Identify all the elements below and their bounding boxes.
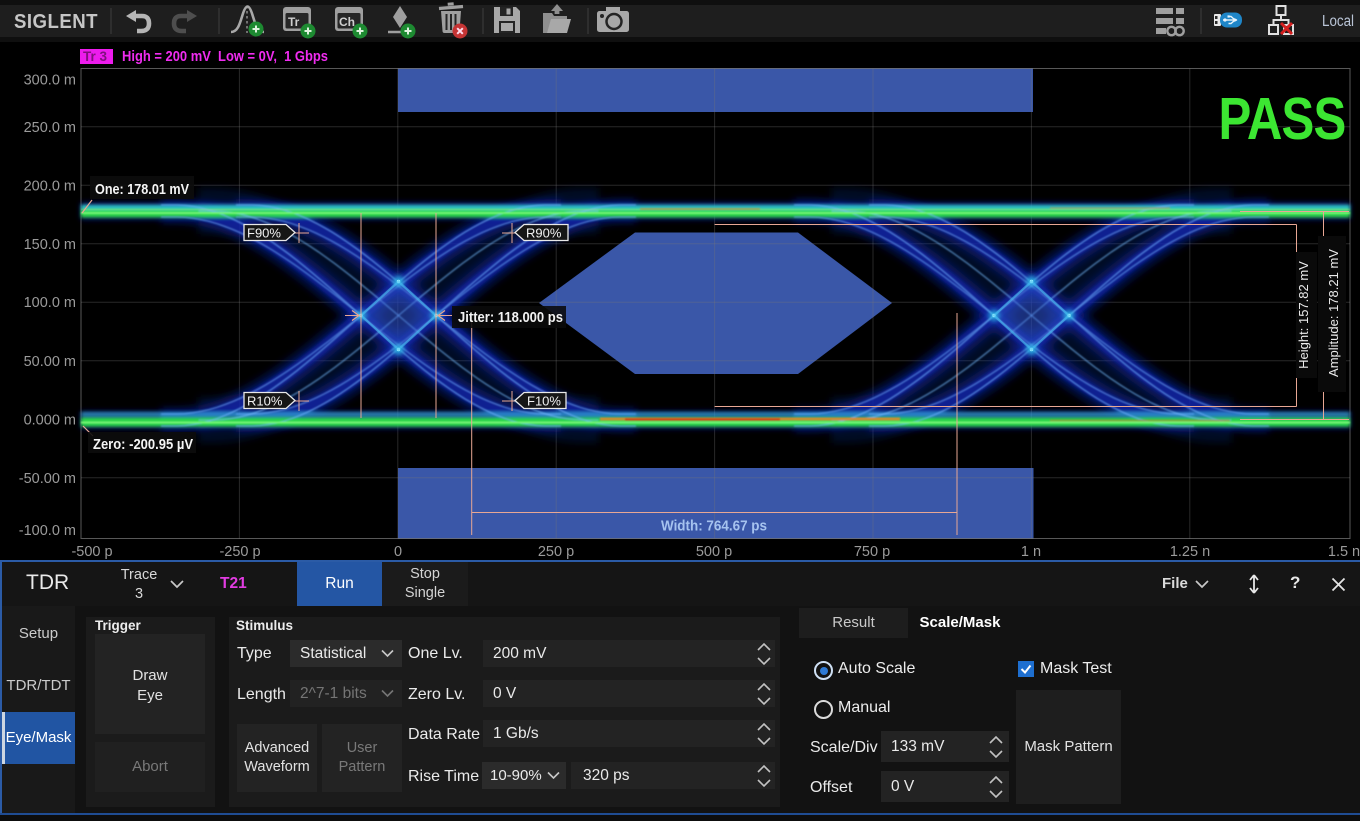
svg-text:-500 p: -500 p (71, 544, 112, 560)
svg-text:-100.0 m: -100.0 m (19, 523, 76, 539)
svg-text:0.000 m: 0.000 m (24, 412, 76, 428)
svg-text:-250 p: -250 p (219, 544, 260, 560)
svg-text:1 n: 1 n (1021, 544, 1041, 560)
svg-text:250 p: 250 p (538, 544, 574, 560)
svg-text:F10%: F10% (527, 394, 561, 409)
svg-text:0: 0 (394, 544, 402, 560)
svg-text:-50.00 m: -50.00 m (19, 471, 76, 487)
svg-text:Tr: Tr (288, 15, 300, 29)
svg-text:High = 200 mV Low = 0V, 1 Gb: High = 200 mV Low = 0V, 1 Gbps (122, 48, 328, 65)
svg-text:Ch: Ch (339, 15, 355, 29)
svg-text:Tr 3: Tr 3 (83, 49, 108, 64)
svg-text:1.5 n: 1.5 n (1328, 544, 1360, 560)
svg-text:Local: Local (1322, 13, 1354, 30)
svg-text:300.0 m: 300.0 m (24, 73, 76, 89)
svg-text:150.0 m: 150.0 m (24, 237, 76, 253)
svg-text:Height: 157.82 mV: Height: 157.82 mV (1296, 261, 1311, 369)
svg-text:50.00 m: 50.00 m (24, 354, 76, 370)
svg-text:Amplitude: 178.21 mV: Amplitude: 178.21 mV (1326, 249, 1341, 377)
svg-text:F90%: F90% (247, 226, 281, 241)
svg-text:1.25 n: 1.25 n (1170, 544, 1210, 560)
svg-text:Width: 764.67 ps: Width: 764.67 ps (661, 518, 767, 535)
svg-text:200.0 m: 200.0 m (24, 178, 76, 194)
svg-text:SIGLENT: SIGLENT (14, 11, 98, 33)
svg-text:Zero: -200.95 µV: Zero: -200.95 µV (93, 437, 193, 453)
svg-text:R10%: R10% (247, 394, 283, 409)
svg-text:One: 178.01 mV: One: 178.01 mV (95, 182, 189, 198)
svg-text:500 p: 500 p (696, 544, 732, 560)
svg-text:Jitter: 118.000 ps: Jitter: 118.000 ps (458, 310, 563, 326)
svg-text:250.0 m: 250.0 m (24, 120, 76, 136)
svg-text:R90%: R90% (526, 226, 562, 241)
svg-text:100.0 m: 100.0 m (24, 295, 76, 311)
svg-text:PASS: PASS (1219, 85, 1346, 152)
svg-text:750 p: 750 p (854, 544, 890, 560)
